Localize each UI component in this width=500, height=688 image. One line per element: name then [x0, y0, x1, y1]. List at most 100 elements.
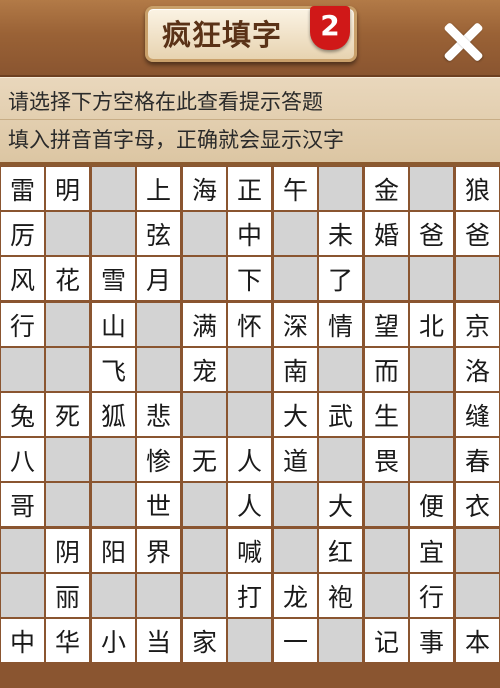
grid-cell-filled: 中 — [228, 212, 271, 255]
grid-cell-empty[interactable] — [183, 257, 226, 300]
grid-cell-filled: 便 — [410, 483, 453, 526]
grid-cell-filled: 大 — [274, 393, 317, 436]
grid-cell-filled: 八 — [1, 438, 44, 481]
grid-cell-filled: 悲 — [137, 393, 180, 436]
grid-cell-filled: 未 — [319, 212, 362, 255]
grid-cell-filled: 爸 — [456, 212, 499, 255]
grid-cell-filled: 龙 — [274, 574, 317, 617]
grid-cell-filled: 大 — [319, 483, 362, 526]
grid-cell-filled: 上 — [137, 167, 180, 210]
grid-cell-filled: 了 — [319, 257, 362, 300]
hint-divider — [0, 119, 500, 120]
grid-cell-filled: 春 — [456, 438, 499, 481]
grid-cell-filled: 北 — [410, 303, 453, 346]
grid-cell-empty[interactable] — [46, 348, 89, 391]
grid-cell-empty[interactable] — [410, 348, 453, 391]
grid-cell-filled: 人 — [228, 483, 271, 526]
grid-cell-filled: 南 — [274, 348, 317, 391]
grid-cell-filled: 生 — [365, 393, 408, 436]
grid-cell-filled: 情 — [319, 303, 362, 346]
grid-cell-empty[interactable] — [92, 438, 135, 481]
grid-cell-empty[interactable] — [319, 167, 362, 210]
grid-cell-filled: 世 — [137, 483, 180, 526]
grid-cell-filled: 下 — [228, 257, 271, 300]
grid-cell-empty[interactable] — [1, 348, 44, 391]
grid-cell-empty[interactable] — [137, 574, 180, 617]
grid-cell-filled: 怀 — [228, 303, 271, 346]
grid-cell-filled: 雪 — [92, 257, 135, 300]
grid-cell-filled: 家 — [183, 619, 226, 662]
grid-cell-filled: 午 — [274, 167, 317, 210]
grid-cell-filled: 一 — [274, 619, 317, 662]
close-icon[interactable] — [437, 16, 489, 68]
grid-cell-filled: 小 — [92, 619, 135, 662]
grid-cell-filled: 风 — [1, 257, 44, 300]
grid-cell-empty[interactable] — [274, 483, 317, 526]
grid-cell-empty[interactable] — [46, 483, 89, 526]
grid-cell-filled: 雷 — [1, 167, 44, 210]
grid-cell-empty[interactable] — [228, 348, 271, 391]
grid-cell-filled: 本 — [456, 619, 499, 662]
grid-cell-filled: 金 — [365, 167, 408, 210]
grid-cell-empty[interactable] — [319, 619, 362, 662]
grid-cell-filled: 飞 — [92, 348, 135, 391]
grid-cell-empty[interactable] — [228, 393, 271, 436]
grid-cell-empty[interactable] — [183, 393, 226, 436]
grid-cell-filled: 山 — [92, 303, 135, 346]
grid-cell-filled: 望 — [365, 303, 408, 346]
grid-cell-empty[interactable] — [1, 529, 44, 572]
grid-cell-filled: 京 — [456, 303, 499, 346]
grid-cell-filled: 花 — [46, 257, 89, 300]
grid-cell-empty[interactable] — [92, 167, 135, 210]
grid-cell-empty[interactable] — [410, 438, 453, 481]
grid-cell-empty[interactable] — [92, 483, 135, 526]
grid-cell-filled: 界 — [137, 529, 180, 572]
grid-cell-empty[interactable] — [410, 167, 453, 210]
grid-cell-filled: 中 — [1, 619, 44, 662]
grid-cell-empty[interactable] — [365, 257, 408, 300]
grid-cell-filled: 狼 — [456, 167, 499, 210]
grid-cell-empty[interactable] — [183, 574, 226, 617]
grid-cell-empty[interactable] — [456, 257, 499, 300]
grid-cell-empty[interactable] — [319, 438, 362, 481]
grid-cell-empty[interactable] — [319, 348, 362, 391]
grid-cell-empty[interactable] — [92, 574, 135, 617]
grid-cell-filled: 行 — [1, 303, 44, 346]
grid-cell-filled: 缝 — [456, 393, 499, 436]
grid-cell-empty[interactable] — [1, 574, 44, 617]
hint-text-line-1: 请选择下方空格在此查看提示答题 — [8, 90, 323, 114]
grid-cell-filled: 道 — [274, 438, 317, 481]
grid-cell-filled: 弦 — [137, 212, 180, 255]
grid-cell-filled: 哥 — [1, 483, 44, 526]
grid-cell-filled: 明 — [46, 167, 89, 210]
grid-cell-empty[interactable] — [365, 529, 408, 572]
hint-text-line-2: 填入拼音首字母，正确就会显示汉字 — [8, 128, 344, 152]
grid-cell-empty[interactable] — [92, 212, 135, 255]
grid-cell-empty[interactable] — [274, 257, 317, 300]
grid-cell-empty[interactable] — [274, 529, 317, 572]
grid-cell-empty[interactable] — [456, 574, 499, 617]
grid-cell-empty[interactable] — [183, 483, 226, 526]
grid-cell-filled: 阳 — [92, 529, 135, 572]
grid-cell-empty[interactable] — [365, 574, 408, 617]
grid-cell-empty[interactable] — [137, 348, 180, 391]
grid-cell-filled: 月 — [137, 257, 180, 300]
grid-cell-empty[interactable] — [365, 483, 408, 526]
grid-cell-empty[interactable] — [183, 212, 226, 255]
grid-cell-empty[interactable] — [183, 529, 226, 572]
grid-cell-filled: 无 — [183, 438, 226, 481]
grid-cell-filled: 宜 — [410, 529, 453, 572]
grid-cell-empty[interactable] — [456, 529, 499, 572]
level-badge: 2 — [310, 6, 350, 50]
grid-cell-filled: 袍 — [319, 574, 362, 617]
grid-cell-empty[interactable] — [228, 619, 271, 662]
grid-cell-empty[interactable] — [46, 212, 89, 255]
grid-cell-empty[interactable] — [410, 257, 453, 300]
grid-cell-filled: 而 — [365, 348, 408, 391]
grid-cell-empty[interactable] — [46, 303, 89, 346]
grid-cell-empty[interactable] — [274, 212, 317, 255]
grid-cell-empty[interactable] — [410, 393, 453, 436]
grid-cell-empty[interactable] — [137, 303, 180, 346]
grid-cell-empty[interactable] — [46, 438, 89, 481]
grid-cell-filled: 丽 — [46, 574, 89, 617]
